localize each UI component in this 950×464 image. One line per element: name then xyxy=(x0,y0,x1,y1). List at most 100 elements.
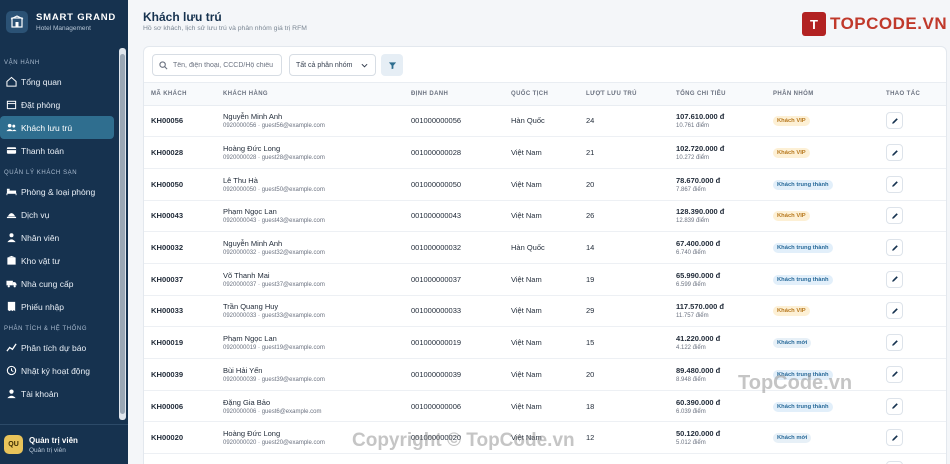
user-profile[interactable]: QU Quản trị viên Quản trị viên xyxy=(0,424,128,464)
col-header-actions: THAO TÁC xyxy=(879,83,946,106)
watermark-text: TOPCODE.VN xyxy=(830,14,948,33)
customer-code: KH00006 xyxy=(151,401,184,411)
sidebar-item-users[interactable]: Khách lưu trú xyxy=(0,116,114,139)
total-spend: 78.670.000 đ xyxy=(676,175,721,185)
table-row[interactable]: KH00037 Võ Thanh Mai 0920000037 · guest37@… xyxy=(144,263,946,296)
loyalty-points: 6.740 điểm xyxy=(676,250,706,257)
customer-nationality: Việt Nam xyxy=(504,358,579,391)
customer-nationality: Hàn Quốc xyxy=(504,105,579,138)
sidebar-item-account[interactable]: Tài khoản xyxy=(0,382,114,405)
customer-identity: 001000000037 xyxy=(404,263,504,296)
main-content: Khách lưu trú Hồ sơ khách, lịch sử lưu t… xyxy=(128,0,950,464)
sidebar-item-calendar[interactable]: Đặt phòng xyxy=(0,93,114,116)
edit-button[interactable] xyxy=(886,207,903,225)
table-row[interactable]: KH00039 Bùi Hải Yến 0920000039 · guest39@e… xyxy=(144,358,946,391)
pencil-icon xyxy=(891,308,898,314)
customer-nationality: Việt Nam xyxy=(504,295,579,328)
chart-icon xyxy=(5,342,17,354)
edit-button[interactable] xyxy=(886,175,903,193)
customer-identity: 001000000050 xyxy=(404,168,504,201)
group-badge: Khách trung thành xyxy=(773,243,833,254)
customer-name: Bùi Hải Yến xyxy=(223,365,263,375)
edit-button[interactable] xyxy=(886,144,903,162)
pencil-icon xyxy=(891,339,898,346)
customer-stays: 24 xyxy=(579,105,669,138)
customer-stays: 20 xyxy=(579,168,669,201)
sidebar-item-truck[interactable]: Nhà cung cấp xyxy=(0,272,114,295)
user-name: Quản trị viên xyxy=(29,435,78,445)
col-header-id[interactable]: ĐỊNH DANH xyxy=(404,83,504,106)
customer-nationality: Việt Nam xyxy=(504,390,579,423)
sidebar-item-service[interactable]: Dịch vụ xyxy=(0,203,114,226)
col-header-group[interactable]: PHÂN NHÓM xyxy=(766,83,879,106)
col-header-code[interactable]: MÃ KHÁCH xyxy=(144,83,216,106)
table-row[interactable]: KH00033 Trần Quang Huy 0920000033 · guest3… xyxy=(144,295,946,328)
sidebar-item-home[interactable]: Tổng quan xyxy=(0,70,114,93)
table-row[interactable]: KH00043 Phạm Ngọc Lan 0920000043 · guest43… xyxy=(144,200,946,233)
total-spend: 117.570.000 đ xyxy=(676,302,724,312)
table-row[interactable]: KH00028 Hoàng Đức Long 0920000028 · guest2… xyxy=(144,136,946,169)
sidebar-item-chart[interactable]: Phân tích dự báo xyxy=(0,336,114,359)
scrollbar-thumb[interactable] xyxy=(120,54,125,414)
total-spend: 128.390.000 đ xyxy=(676,207,725,217)
customer-name: Hoàng Đức Long xyxy=(223,144,281,154)
col-header-total-spend[interactable]: TỔNG CHI TIÊU xyxy=(669,83,766,106)
pencil-icon xyxy=(891,371,898,378)
filter-button[interactable] xyxy=(381,54,403,76)
edit-button[interactable] xyxy=(886,397,903,415)
search-input[interactable] xyxy=(173,61,273,69)
table-row[interactable]: KH00032 Nguyễn Minh Anh 0920000032 · guest… xyxy=(144,231,946,264)
sidebar-item-history[interactable]: Nhật ký hoạt động xyxy=(0,359,114,382)
sidebar-item-card[interactable]: Thanh toán xyxy=(0,139,114,162)
group-badge: Khách VIP xyxy=(773,148,810,159)
edit-button[interactable] xyxy=(886,239,903,257)
avatar: QU xyxy=(4,435,23,454)
col-header-customer[interactable]: KHÁCH HÀNG xyxy=(216,83,404,106)
edit-button[interactable] xyxy=(886,429,903,447)
customer-contact: 0920000033 · guest33@example.com xyxy=(223,313,325,320)
table-row[interactable]: KH00006 Đặng Gia Bảo 0920000006 · guest6@e… xyxy=(144,390,946,423)
customer-identity xyxy=(404,453,504,464)
group-filter-select[interactable]: Tất cả phân nhóm xyxy=(289,54,376,76)
chevron-down-icon xyxy=(361,63,368,68)
customer-code: KH00033 xyxy=(151,306,184,316)
group-badge: Khách VIP xyxy=(773,116,810,127)
customer-name: Hoàng Đức Long xyxy=(223,429,281,439)
table-row[interactable]: Võ Thanh Mai77.650.000 đ xyxy=(144,453,946,464)
table-row[interactable]: KH00056 Nguyễn Minh Anh 0920000056 · guest… xyxy=(144,105,946,138)
table-row[interactable]: KH00019 Phạm Ngọc Lan 0920000019 · guest19… xyxy=(144,326,946,359)
sidebar-item-person[interactable]: Nhân viên xyxy=(0,226,114,249)
card-icon xyxy=(5,145,17,157)
edit-button[interactable] xyxy=(886,334,903,352)
sidebar-item-bed[interactable]: Phòng & loại phòng xyxy=(0,180,114,203)
edit-button[interactable] xyxy=(886,270,903,288)
group-badge: Khách mới xyxy=(773,338,812,349)
table-row[interactable]: KH00050 Lê Thu Hà 0920000050 · guest50@exa… xyxy=(144,168,946,201)
pencil-icon xyxy=(891,276,898,283)
sidebar-section-title: PHÂN TÍCH & HỆ THỐNG xyxy=(4,326,88,332)
customer-name: Trần Quang Huy xyxy=(223,302,279,312)
sidebar-item-label: Tài khoản xyxy=(21,388,59,399)
col-header-nationality[interactable]: QUỐC TỊCH xyxy=(504,83,579,106)
group-badge: Khách trung thành xyxy=(773,369,833,380)
sidebar-item-label: Nhân viên xyxy=(21,232,60,243)
sidebar-item-box[interactable]: Kho vật tư xyxy=(0,249,114,272)
guest-table-card: Tất cả phân nhóm MÃ KHÁCH KHÁCH HÀNG ĐỊN… xyxy=(143,46,947,464)
customer-contact: 0920000037 · guest37@example.com xyxy=(223,281,325,288)
col-header-stays[interactable]: LƯỢT LƯU TRÚ xyxy=(579,83,669,106)
search-box[interactable] xyxy=(152,54,282,76)
customer-name: Phạm Ngọc Lan xyxy=(223,334,277,344)
sidebar-scrollbar[interactable] xyxy=(119,48,126,420)
customer-identity: 001000000032 xyxy=(404,231,504,264)
pencil-icon xyxy=(891,213,898,219)
sidebar-item-receipt[interactable]: Phiếu nhập xyxy=(0,295,114,318)
edit-button[interactable] xyxy=(886,112,903,130)
edit-button[interactable] xyxy=(886,302,903,320)
edit-button[interactable] xyxy=(886,365,903,383)
table-row[interactable]: KH00020 Hoàng Đức Long 0920000020 · guest2… xyxy=(144,421,946,455)
receipt-icon xyxy=(5,301,17,313)
group-badge: Khách VIP xyxy=(773,306,810,317)
customer-code: KH00056 xyxy=(151,116,184,126)
bed-icon xyxy=(5,186,17,198)
customer-stays: 15 xyxy=(579,326,669,359)
